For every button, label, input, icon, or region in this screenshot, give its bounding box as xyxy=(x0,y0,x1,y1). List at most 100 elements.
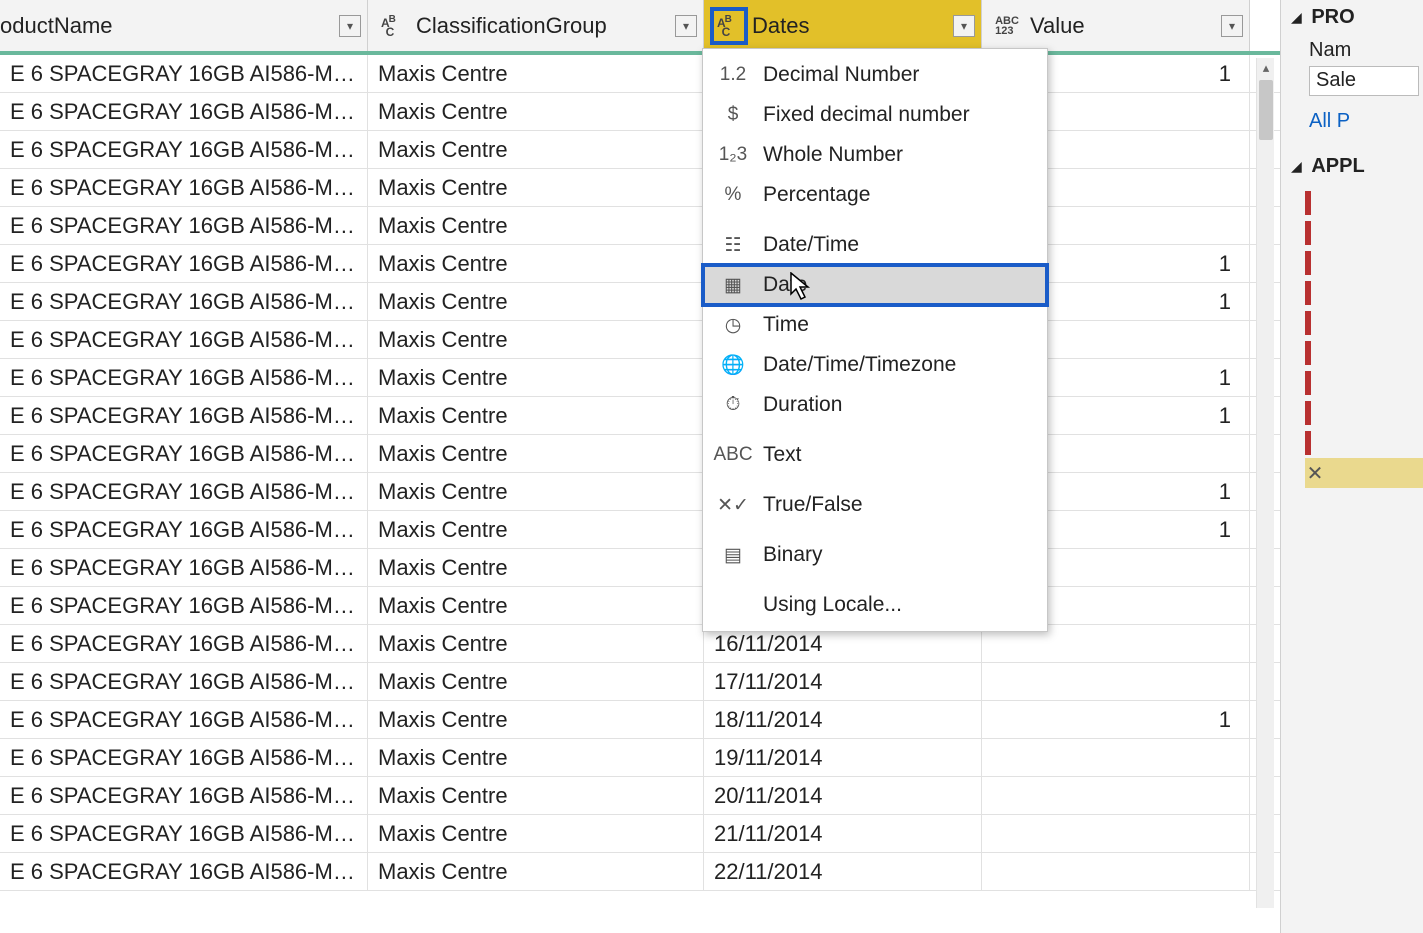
table-row[interactable]: E 6 SPACEGRAY 16GB AI586-MYS-MG472...Max… xyxy=(0,397,1280,435)
cell-dates[interactable]: 18/11/2014 xyxy=(704,701,982,738)
cell-classif[interactable]: Maxis Centre xyxy=(368,435,704,472)
table-row[interactable]: E 6 SPACEGRAY 16GB AI586-MYS-MG472...Max… xyxy=(0,435,1280,473)
cell-value[interactable] xyxy=(982,815,1250,852)
type-text-icon[interactable]: AB C xyxy=(714,11,744,41)
cell-classif[interactable]: Maxis Centre xyxy=(368,625,704,662)
cell-product[interactable]: E 6 SPACEGRAY 16GB AI586-MYS-MG472... xyxy=(0,283,368,320)
cell-product[interactable]: E 6 SPACEGRAY 16GB AI586-MYS-MG472... xyxy=(0,739,368,776)
menu-item-whole-number[interactable]: 1₂3Whole Number xyxy=(703,135,1047,175)
cell-product[interactable]: E 6 SPACEGRAY 16GB AI586-MYS-MG472... xyxy=(0,321,368,358)
type-text-icon[interactable]: AB C xyxy=(378,11,408,41)
filter-dropdown-icon[interactable]: ▾ xyxy=(675,15,697,37)
section-applied-steps[interactable]: ◢ APPL xyxy=(1291,155,1423,178)
delete-step-icon[interactable]: ✕ xyxy=(1305,461,1325,486)
cell-product[interactable]: E 6 SPACEGRAY 16GB AI586-MYS-MG472... xyxy=(0,701,368,738)
cell-classif[interactable]: Maxis Centre xyxy=(368,777,704,814)
cell-classif[interactable]: Maxis Centre xyxy=(368,359,704,396)
cell-product[interactable]: E 6 SPACEGRAY 16GB AI586-MYS-MG472... xyxy=(0,549,368,586)
table-row[interactable]: E 6 SPACEGRAY 16GB AI586-MYS-MG472...Max… xyxy=(0,587,1280,625)
table-row[interactable]: E 6 SPACEGRAY 16GB AI586-MYS-MG472...Max… xyxy=(0,625,1280,663)
table-row[interactable]: E 6 SPACEGRAY 16GB AI586-MYS-MG472...Max… xyxy=(0,93,1280,131)
cell-product[interactable]: E 6 SPACEGRAY 16GB AI586-MYS-MG472... xyxy=(0,207,368,244)
table-row[interactable]: E 6 SPACEGRAY 16GB AI586-MYS-MG472...Max… xyxy=(0,473,1280,511)
cell-product[interactable]: E 6 SPACEGRAY 16GB AI586-MYS-MG472... xyxy=(0,625,368,662)
table-row[interactable]: E 6 SPACEGRAY 16GB AI586-MYS-MG472...Max… xyxy=(0,777,1280,815)
applied-step[interactable] xyxy=(1305,308,1423,338)
cell-product[interactable]: E 6 SPACEGRAY 16GB AI586-MYS-MG472... xyxy=(0,245,368,282)
cell-value[interactable] xyxy=(982,739,1250,776)
cell-classif[interactable]: Maxis Centre xyxy=(368,131,704,168)
table-row[interactable]: E 6 SPACEGRAY 16GB AI586-MYS-MG472...Max… xyxy=(0,131,1280,169)
cell-classif[interactable]: Maxis Centre xyxy=(368,815,704,852)
applied-step[interactable] xyxy=(1305,248,1423,278)
applied-step[interactable] xyxy=(1305,188,1423,218)
menu-item-decimal-number[interactable]: 1.2Decimal Number xyxy=(703,55,1047,95)
table-row[interactable]: E 6 SPACEGRAY 16GB AI586-MYS-MG472...Max… xyxy=(0,663,1280,701)
table-row[interactable]: E 6 SPACEGRAY 16GB AI586-MYS-MG472...Max… xyxy=(0,739,1280,777)
cell-product[interactable]: E 6 SPACEGRAY 16GB AI586-MYS-MG472... xyxy=(0,663,368,700)
cell-classif[interactable]: Maxis Centre xyxy=(368,55,704,92)
table-row[interactable]: E 6 SPACEGRAY 16GB AI586-MYS-MG472...Max… xyxy=(0,55,1280,93)
filter-dropdown-icon[interactable]: ▾ xyxy=(953,15,975,37)
table-row[interactable]: E 6 SPACEGRAY 16GB AI586-MYS-MG472...Max… xyxy=(0,207,1280,245)
type-any-icon[interactable]: ABC123 xyxy=(992,11,1022,41)
cell-classif[interactable]: Maxis Centre xyxy=(368,283,704,320)
all-properties-link[interactable]: All P xyxy=(1309,110,1423,133)
menu-item-binary[interactable]: ▤Binary xyxy=(703,535,1047,575)
cell-product[interactable]: E 6 SPACEGRAY 16GB AI586-MYS-MG472... xyxy=(0,131,368,168)
menu-item-date-time[interactable]: ☷Date/Time xyxy=(703,225,1047,265)
cell-product[interactable]: E 6 SPACEGRAY 16GB AI586-MYS-MG472... xyxy=(0,815,368,852)
applied-step[interactable] xyxy=(1305,398,1423,428)
menu-item-date-time-timezone[interactable]: 🌐Date/Time/Timezone xyxy=(703,345,1047,385)
cell-dates[interactable]: 22/11/2014 xyxy=(704,853,982,890)
header-classificationgroup[interactable]: AB C ClassificationGroup ▾ xyxy=(368,0,704,51)
cell-classif[interactable]: Maxis Centre xyxy=(368,739,704,776)
cell-value[interactable] xyxy=(982,777,1250,814)
table-row[interactable]: E 6 SPACEGRAY 16GB AI586-MYS-MG472...Max… xyxy=(0,283,1280,321)
name-input[interactable]: Sale xyxy=(1309,66,1419,96)
header-dates[interactable]: AB C Dates ▾ xyxy=(704,0,982,51)
header-value[interactable]: ABC123 Value ▾ xyxy=(982,0,1250,51)
cell-classif[interactable]: Maxis Centre xyxy=(368,245,704,282)
menu-item-fixed-decimal-number[interactable]: $Fixed decimal number xyxy=(703,95,1047,135)
cell-classif[interactable]: Maxis Centre xyxy=(368,473,704,510)
cell-product[interactable]: E 6 SPACEGRAY 16GB AI586-MYS-MG472... xyxy=(0,853,368,890)
cell-product[interactable]: E 6 SPACEGRAY 16GB AI586-MYS-MG472... xyxy=(0,587,368,624)
cell-product[interactable]: E 6 SPACEGRAY 16GB AI586-MYS-MG472... xyxy=(0,777,368,814)
applied-step-current[interactable]: ✕ xyxy=(1305,458,1423,488)
cell-classif[interactable]: Maxis Centre xyxy=(368,397,704,434)
collapse-icon[interactable]: ◢ xyxy=(1291,9,1302,25)
applied-step[interactable] xyxy=(1305,218,1423,248)
cell-classif[interactable]: Maxis Centre xyxy=(368,169,704,206)
cell-classif[interactable]: Maxis Centre xyxy=(368,853,704,890)
table-row[interactable]: E 6 SPACEGRAY 16GB AI586-MYS-MG472...Max… xyxy=(0,359,1280,397)
scroll-thumb[interactable] xyxy=(1259,80,1273,140)
table-row[interactable]: E 6 SPACEGRAY 16GB AI586-MYS-MG472...Max… xyxy=(0,549,1280,587)
cell-dates[interactable]: 20/11/2014 xyxy=(704,777,982,814)
cell-classif[interactable]: Maxis Centre xyxy=(368,511,704,548)
table-row[interactable]: E 6 SPACEGRAY 16GB AI586-MYS-MG472...Max… xyxy=(0,701,1280,739)
applied-step[interactable] xyxy=(1305,428,1423,458)
cell-classif[interactable]: Maxis Centre xyxy=(368,701,704,738)
cell-product[interactable]: E 6 SPACEGRAY 16GB AI586-MYS-MG472... xyxy=(0,93,368,130)
cell-classif[interactable]: Maxis Centre xyxy=(368,207,704,244)
filter-dropdown-icon[interactable]: ▾ xyxy=(1221,15,1243,37)
menu-item-using-locale[interactable]: Using Locale... xyxy=(703,585,1047,625)
applied-step[interactable] xyxy=(1305,338,1423,368)
table-row[interactable]: E 6 SPACEGRAY 16GB AI586-MYS-MG472...Max… xyxy=(0,815,1280,853)
cell-product[interactable]: E 6 SPACEGRAY 16GB AI586-MYS-MG472... xyxy=(0,359,368,396)
table-row[interactable]: E 6 SPACEGRAY 16GB AI586-MYS-MG472...Max… xyxy=(0,511,1280,549)
table-row[interactable]: E 6 SPACEGRAY 16GB AI586-MYS-MG472...Max… xyxy=(0,169,1280,207)
menu-item-true-false[interactable]: ✕✓True/False xyxy=(703,485,1047,525)
cell-product[interactable]: E 6 SPACEGRAY 16GB AI586-MYS-MG472... xyxy=(0,435,368,472)
menu-item-time[interactable]: ◷Time xyxy=(703,305,1047,345)
cell-product[interactable]: E 6 SPACEGRAY 16GB AI586-MYS-MG472... xyxy=(0,55,368,92)
filter-dropdown-icon[interactable]: ▾ xyxy=(339,15,361,37)
cell-value[interactable] xyxy=(982,663,1250,700)
table-row[interactable]: E 6 SPACEGRAY 16GB AI586-MYS-MG472...Max… xyxy=(0,321,1280,359)
cell-dates[interactable]: 21/11/2014 xyxy=(704,815,982,852)
cell-dates[interactable]: 17/11/2014 xyxy=(704,663,982,700)
cell-dates[interactable]: 19/11/2014 xyxy=(704,739,982,776)
cell-classif[interactable]: Maxis Centre xyxy=(368,549,704,586)
menu-item-date[interactable]: ▦Date xyxy=(703,265,1047,305)
